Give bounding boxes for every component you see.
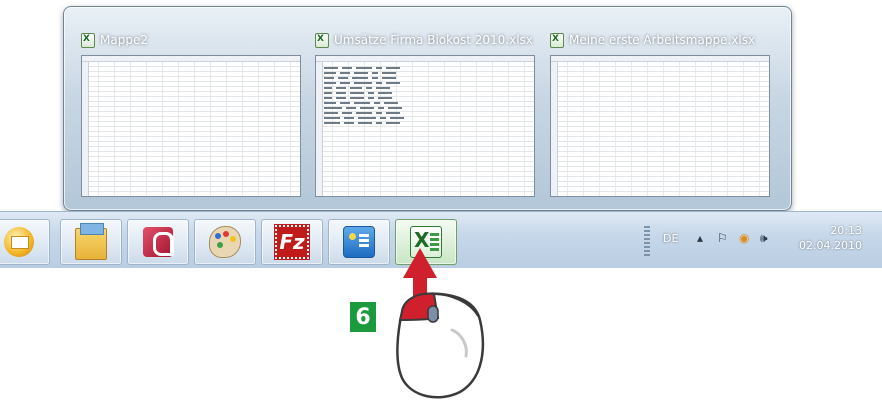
thumbnail-meine-erste-arbeitsmappe[interactable]: Meine erste Arbeitsmappe.xlsx xyxy=(550,31,772,197)
step-number-badge: 6 xyxy=(350,302,376,332)
language-indicator[interactable]: DE xyxy=(663,232,678,245)
taskbar-button-explorer[interactable] xyxy=(60,219,122,265)
thumbnail-mappe2[interactable]: Mappe2 xyxy=(81,31,303,197)
thumbnail-title: Mappe2 xyxy=(81,31,303,49)
taskbar-thumbnail-preview: Mappe2 Umsätze Firma Biokost 2010.xlsx xyxy=(63,6,792,211)
folder-icon xyxy=(75,223,107,260)
access-icon xyxy=(143,227,174,257)
thumbnail-sheet-preview xyxy=(550,55,770,197)
taskbar-button-filezilla[interactable]: Fz xyxy=(261,219,323,265)
outlook-tray-icon[interactable]: ◉ xyxy=(739,231,749,245)
filezilla-icon: Fz xyxy=(274,224,310,260)
red-arrow-head xyxy=(403,248,437,278)
outlook-icon xyxy=(4,227,34,257)
task-manager-icon xyxy=(343,226,375,258)
show-hidden-icons-icon[interactable]: ▴ xyxy=(697,231,703,245)
excel-icon xyxy=(81,32,95,48)
thumbnail-sheet-preview xyxy=(81,55,301,197)
action-center-flag-icon[interactable]: ⚐ xyxy=(717,231,728,245)
clock-date: 02.04.2010 xyxy=(799,239,862,252)
paint-palette-icon xyxy=(209,226,241,258)
thumbnail-title-text: Meine erste Arbeitsmappe.xlsx xyxy=(569,33,756,47)
thumbnail-title: Meine erste Arbeitsmappe.xlsx xyxy=(550,31,772,49)
taskbar-button-paint[interactable] xyxy=(194,219,256,265)
excel-icon xyxy=(315,32,329,48)
volume-icon[interactable]: 🕪 xyxy=(760,231,768,246)
taskbar: Fz DE ▴ ⚐ ◉ 🕪 20:13 02.04.2010 xyxy=(0,211,882,268)
excel-icon xyxy=(550,32,564,48)
taskbar-button-task-manager[interactable] xyxy=(328,219,390,265)
tray-grip xyxy=(644,226,650,256)
thumbnail-umsaetze-biokost[interactable]: Umsätze Firma Biokost 2010.xlsx xyxy=(315,31,537,197)
thumbnail-title-text: Umsätze Firma Biokost 2010.xlsx xyxy=(334,33,533,47)
clock-time: 20:13 xyxy=(830,224,862,237)
thumbnail-title: Umsätze Firma Biokost 2010.xlsx xyxy=(315,31,537,49)
sheet-data-cells xyxy=(324,64,414,127)
taskbar-button-outlook[interactable] xyxy=(0,219,50,265)
mouse-click-icon xyxy=(396,292,485,399)
taskbar-button-access[interactable] xyxy=(127,219,189,265)
system-clock[interactable]: 20:13 02.04.2010 xyxy=(799,223,862,253)
thumbnail-sheet-preview xyxy=(315,55,535,197)
thumbnail-title-text: Mappe2 xyxy=(100,33,148,47)
